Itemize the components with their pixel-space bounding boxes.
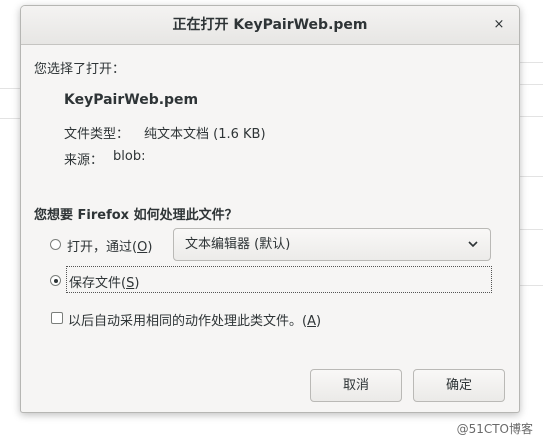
close-icon[interactable]: × bbox=[489, 15, 509, 35]
open-with-label[interactable]: 打开，通过(O) bbox=[67, 236, 152, 255]
watermark: @51CTO博客 bbox=[456, 422, 533, 436]
ok-button[interactable]: 确定 bbox=[413, 369, 505, 402]
dialog-title: 正在打开 KeyPairWeb.pem bbox=[172, 17, 368, 33]
application-select[interactable]: 文本编辑器 (默认) bbox=[173, 228, 491, 261]
background-line bbox=[0, 88, 22, 89]
background-line bbox=[0, 118, 22, 119]
chevron-down-icon bbox=[468, 241, 478, 248]
open-file-dialog: 正在打开 KeyPairWeb.pem × 您选择了打开： KeyPairWeb… bbox=[20, 5, 520, 413]
dialog-titlebar[interactable]: 正在打开 KeyPairWeb.pem × bbox=[21, 6, 519, 45]
source-value: blob: bbox=[113, 149, 146, 164]
intro-text: 您选择了打开： bbox=[34, 62, 126, 77]
handling-question: 您想要 Firefox 如何处理此文件？ bbox=[34, 208, 238, 223]
open-with-radio[interactable] bbox=[50, 239, 61, 250]
file-type-value: 纯文本文档 (1.6 KB) bbox=[144, 127, 266, 142]
save-file-label[interactable]: 保存文件(S) bbox=[69, 272, 139, 291]
file-type-label: 文件类型： bbox=[64, 127, 130, 142]
remember-label[interactable]: 以后自动采用相同的动作处理此类文件。(A) bbox=[68, 310, 321, 329]
file-name: KeyPairWeb.pem bbox=[64, 92, 199, 108]
cancel-button[interactable]: 取消 bbox=[310, 369, 402, 402]
remember-checkbox[interactable] bbox=[51, 312, 63, 324]
application-select-value: 文本编辑器 (默认) bbox=[185, 237, 291, 252]
save-file-radio[interactable] bbox=[50, 275, 61, 286]
source-label: 来源： bbox=[64, 153, 104, 168]
